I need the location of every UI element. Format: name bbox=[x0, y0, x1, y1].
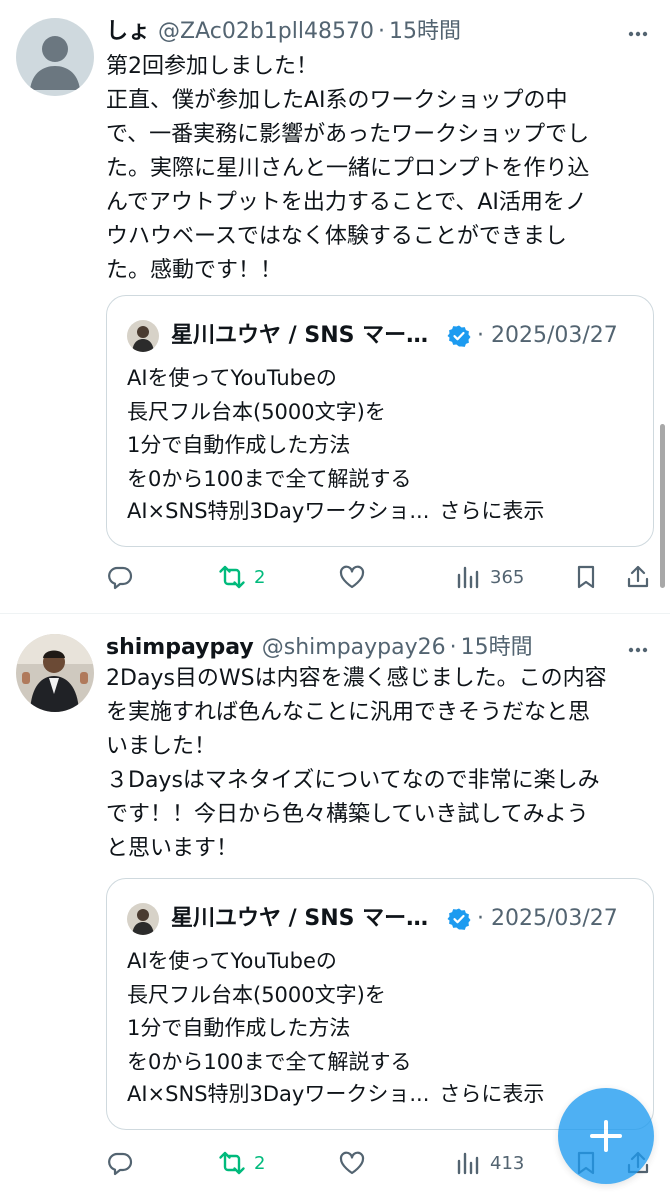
reply-button[interactable] bbox=[106, 557, 134, 597]
quote-header: 星川ユウヤ / SNS マー… · 2025/03/27 bbox=[127, 318, 633, 354]
views-button[interactable]: 365 bbox=[454, 557, 524, 597]
reply-button[interactable] bbox=[106, 1143, 134, 1183]
quote-date-value: 2025/03/27 bbox=[491, 906, 618, 931]
display-name[interactable]: しょ bbox=[106, 19, 150, 44]
plus-icon bbox=[590, 1120, 622, 1152]
display-name[interactable]: shimpaypay bbox=[106, 635, 254, 660]
retweet-count: 2 bbox=[254, 566, 266, 588]
like-button[interactable] bbox=[338, 557, 366, 597]
user-handle[interactable]: @shimpaypay26 bbox=[262, 635, 446, 660]
timestamp[interactable]: 15時間 bbox=[461, 635, 533, 660]
like-button[interactable] bbox=[338, 1143, 366, 1183]
person-photo-icon bbox=[127, 320, 159, 352]
show-more-link[interactable]: さらに表示 bbox=[439, 1082, 544, 1106]
reply-icon bbox=[108, 566, 133, 590]
avatar-default[interactable] bbox=[16, 18, 94, 96]
share-button[interactable] bbox=[624, 557, 652, 597]
quoted-tweet[interactable]: 星川ユウヤ / SNS マー… · 2025/03/27 AIを使ってYouTu… bbox=[106, 295, 654, 547]
show-more-link[interactable]: さらに表示 bbox=[439, 499, 544, 523]
quote-date: · 2025/03/27 bbox=[477, 318, 618, 354]
quote-text: AIを使ってYouTubeの 長尺フル台本(5000文字)を 1分で自動作成した… bbox=[127, 949, 412, 1074]
quote-date: · 2025/03/27 bbox=[477, 901, 618, 937]
verified-badge-icon bbox=[447, 324, 471, 348]
separator-dot: · bbox=[449, 635, 457, 660]
retweet-button[interactable]: 2 bbox=[218, 557, 265, 597]
quote-author: 星川ユウヤ / SNS マー… bbox=[171, 323, 429, 348]
retweet-button[interactable]: 2 bbox=[218, 1143, 265, 1183]
quote-avatar bbox=[127, 320, 159, 352]
quote-date-value: 2025/03/27 bbox=[491, 323, 618, 348]
tweet[interactable]: しょ @ZAc02b1pll48570 · 15時間 第2回参加しました！ 正直、僕が… bbox=[0, 0, 670, 612]
retweet-icon bbox=[219, 1151, 245, 1175]
more-options-icon[interactable] bbox=[624, 636, 652, 664]
tweet-actions: 2 365 bbox=[106, 557, 654, 597]
tweet-header: shimpaypay @shimpaypay26 · 15時間 bbox=[106, 630, 630, 666]
quote-last-line: AI×SNS特別3Dayワークショ... さらに表示 bbox=[127, 495, 637, 529]
more-options-icon[interactable] bbox=[624, 20, 652, 48]
reply-icon bbox=[108, 1152, 133, 1176]
tweet-text: 2Days目のWSは内容を濃く感じました。この内容 を実施すれば色んなことに汎用… bbox=[106, 666, 607, 861]
quote-author: 星川ユウヤ / SNS マー… bbox=[171, 906, 429, 931]
heart-icon bbox=[339, 565, 365, 589]
views-button[interactable]: 413 bbox=[454, 1143, 524, 1183]
heart-icon bbox=[339, 1151, 365, 1175]
quoted-tweet[interactable]: 星川ユウヤ / SNS マー… · 2025/03/27 AIを使ってYouTu… bbox=[106, 878, 654, 1130]
quote-last-line: AI×SNS特別3Dayワークショ... さらに表示 bbox=[127, 1078, 637, 1112]
separator-dot: · bbox=[477, 323, 484, 348]
compose-button[interactable] bbox=[558, 1088, 654, 1184]
tweet-header: しょ @ZAc02b1pll48570 · 15時間 bbox=[106, 14, 630, 50]
bookmark-button[interactable] bbox=[572, 557, 600, 597]
person-photo-icon bbox=[127, 903, 159, 935]
quote-header: 星川ユウヤ / SNS マー… · 2025/03/27 bbox=[127, 901, 633, 937]
avatar-photo[interactable] bbox=[16, 634, 94, 712]
quote-truncated-line: AI×SNS特別3Dayワークショ... bbox=[127, 1082, 430, 1106]
views-icon bbox=[457, 566, 479, 589]
view-count: 365 bbox=[490, 566, 525, 588]
person-photo-icon bbox=[16, 634, 94, 712]
verified-badge-icon bbox=[447, 907, 471, 931]
views-icon bbox=[457, 1152, 479, 1175]
timestamp[interactable]: 15時間 bbox=[389, 19, 461, 44]
tweet-text: 第2回参加しました！ 正直、僕が参加したAI系のワークショップの中 で、一番実務… bbox=[106, 54, 590, 283]
quote-avatar bbox=[127, 903, 159, 935]
quote-truncated-line: AI×SNS特別3Dayワークショ... bbox=[127, 499, 430, 523]
scrollbar[interactable] bbox=[660, 424, 665, 588]
share-icon bbox=[627, 565, 649, 588]
view-count: 413 bbox=[490, 1152, 525, 1174]
retweet-icon bbox=[219, 565, 245, 589]
separator-dot: · bbox=[477, 906, 484, 931]
quote-text: AIを使ってYouTubeの 長尺フル台本(5000文字)を 1分で自動作成した… bbox=[127, 366, 412, 491]
separator-dot: · bbox=[377, 19, 385, 44]
retweet-count: 2 bbox=[254, 1152, 266, 1174]
user-handle[interactable]: @ZAc02b1pll48570 bbox=[158, 19, 374, 44]
default-avatar-icon bbox=[16, 18, 94, 96]
bookmark-icon bbox=[577, 565, 595, 589]
